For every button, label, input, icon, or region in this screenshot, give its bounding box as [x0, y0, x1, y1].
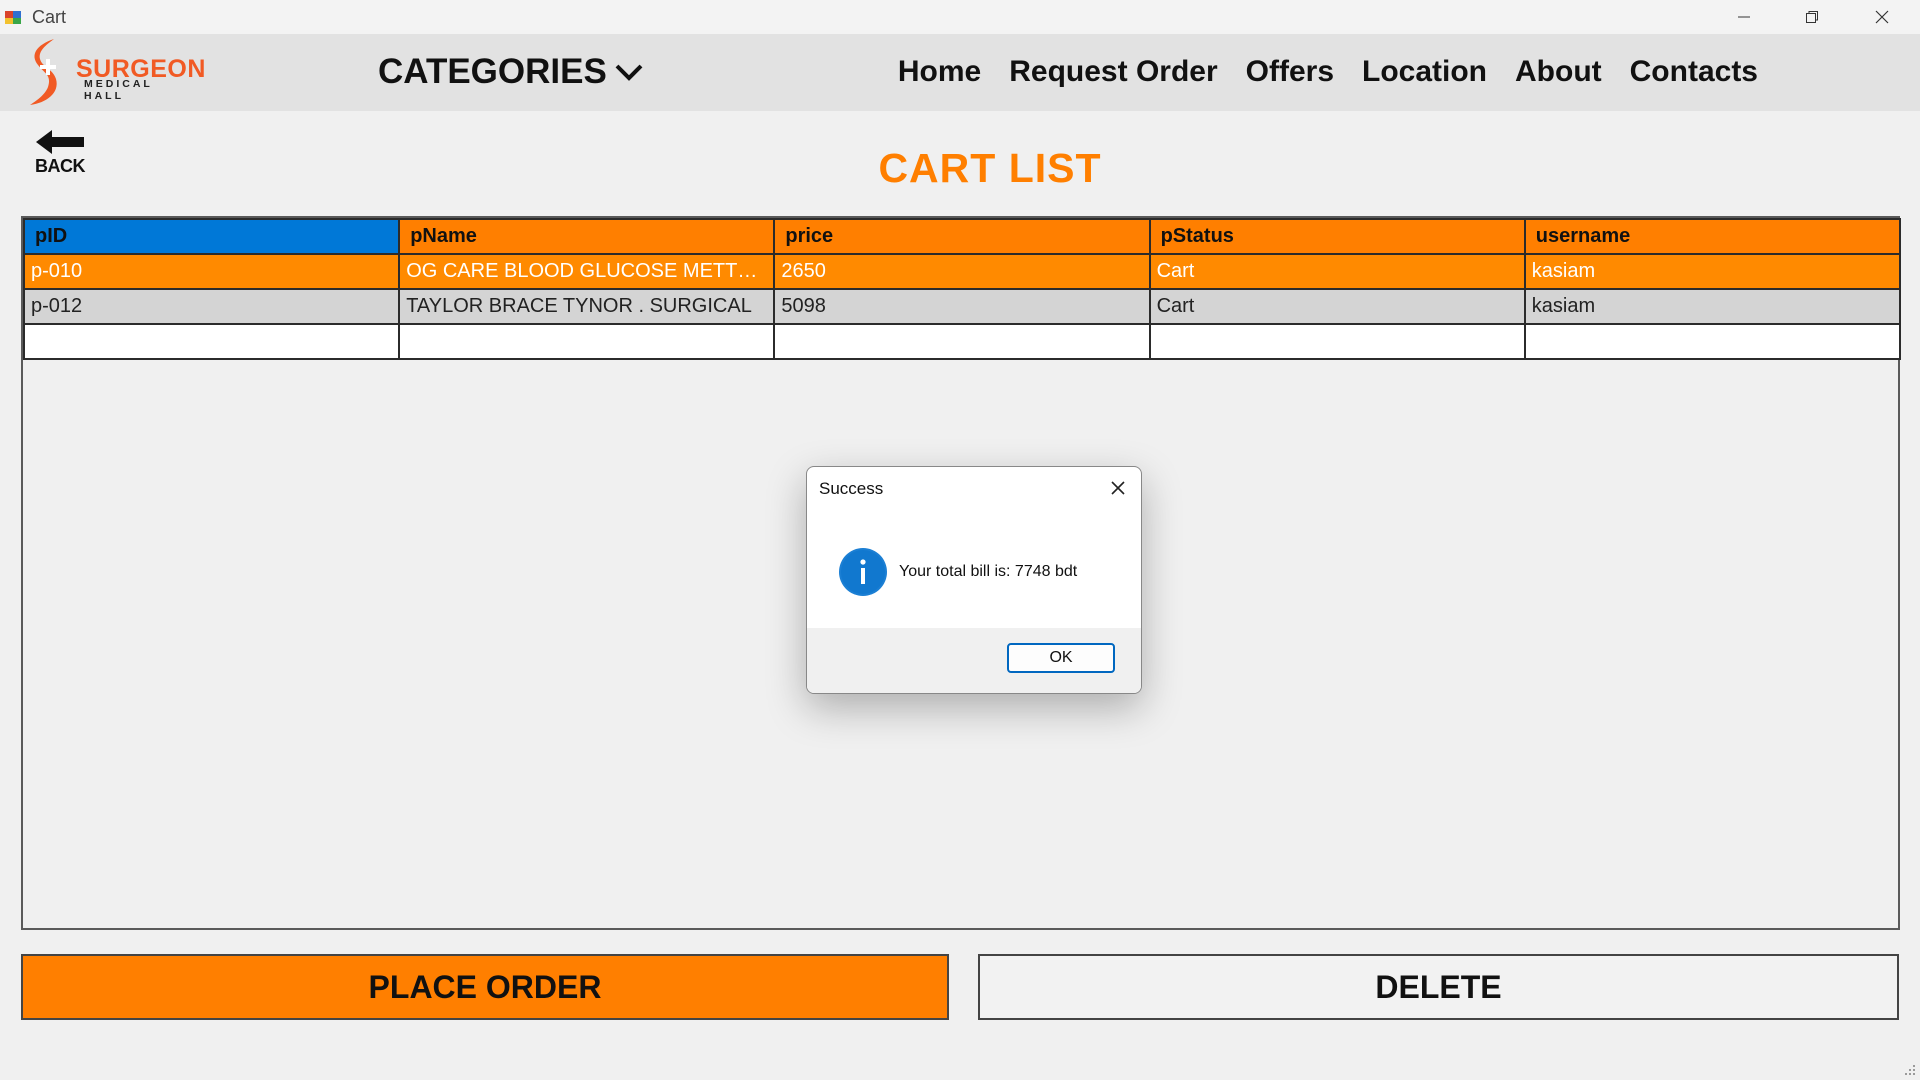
nav-about[interactable]: About [1515, 55, 1602, 89]
table-new-row[interactable] [22, 323, 1902, 360]
table-cell[interactable]: OG CARE BLOOD GLUCOSE METTER ... [398, 253, 776, 290]
resize-grip-icon[interactable] [1902, 1062, 1916, 1076]
table-row[interactable]: p-012 TAYLOR BRACE TYNOR . SURGICAL 5098… [22, 288, 1902, 325]
place-order-button[interactable]: PLACE ORDER [21, 954, 949, 1020]
table-cell[interactable]: p-012 [22, 288, 401, 325]
table-cell[interactable] [1148, 323, 1526, 360]
table-cell[interactable] [1523, 323, 1902, 360]
page-title: CART LIST [878, 145, 1102, 191]
table-cell[interactable]: kasiam [1523, 253, 1902, 290]
restore-button[interactable] [1782, 0, 1842, 34]
nav-location[interactable]: Location [1362, 55, 1487, 89]
restore-icon [1806, 11, 1818, 23]
column-header-pstatus[interactable]: pStatus [1148, 218, 1526, 255]
table-cell[interactable]: TAYLOR BRACE TYNOR . SURGICAL [398, 288, 776, 325]
brand-logo[interactable]: SURGEON MEDICAL HALL [26, 37, 205, 107]
categories-dropdown[interactable]: CATEGORIES [378, 52, 645, 92]
nav-offers[interactable]: Offers [1246, 55, 1334, 89]
info-icon [839, 548, 887, 596]
column-header-username[interactable]: username [1523, 218, 1902, 255]
table-cell[interactable]: Cart [1148, 288, 1526, 325]
table-cell[interactable]: 5098 [773, 288, 1151, 325]
close-icon [1111, 481, 1125, 495]
top-navbar: SURGEON MEDICAL HALL CATEGORIES Home Req… [0, 34, 1920, 111]
table-cell[interactable]: kasiam [1523, 288, 1902, 325]
ok-button[interactable]: OK [1007, 643, 1115, 673]
column-header-price[interactable]: price [773, 218, 1151, 255]
cart-table: pID pName price pStatus username p-010 O… [22, 218, 1902, 360]
minimize-icon [1738, 16, 1750, 18]
table-cell[interactable]: Cart [1148, 253, 1526, 290]
table-row[interactable]: p-010 OG CARE BLOOD GLUCOSE METTER ... 2… [22, 253, 1902, 290]
chevron-down-icon [615, 64, 643, 81]
column-header-pname[interactable]: pName [398, 218, 776, 255]
nav-contacts[interactable]: Contacts [1630, 55, 1758, 89]
nav-home[interactable]: Home [898, 55, 981, 89]
window-title-bar: Cart [0, 0, 1920, 34]
dialog-body: Your total bill is: 7748 bdt [807, 513, 1141, 628]
table-cell[interactable] [398, 323, 776, 360]
table-cell[interactable] [773, 323, 1151, 360]
app-icon [5, 11, 21, 24]
table-cell[interactable]: 2650 [773, 253, 1151, 290]
dialog-footer: OK [807, 628, 1141, 693]
table-cell[interactable] [22, 323, 401, 360]
close-icon [1875, 10, 1889, 24]
table-cell[interactable]: p-010 [22, 253, 401, 290]
nav-request-order[interactable]: Request Order [1009, 55, 1217, 89]
dialog-close-button[interactable] [1103, 473, 1133, 503]
window-title: Cart [32, 7, 67, 27]
column-header-pid[interactable]: pID [22, 218, 401, 255]
close-window-button[interactable] [1852, 0, 1912, 34]
success-dialog: Success Your total bill is: 7748 bdt OK [806, 466, 1142, 694]
categories-label: CATEGORIES [378, 52, 607, 91]
table-header-row: pID pName price pStatus username [22, 218, 1902, 255]
brand-subtitle: MEDICAL HALL [84, 78, 153, 102]
dialog-message: Your total bill is: 7748 bdt [899, 563, 1078, 580]
dialog-title: Success [819, 479, 884, 498]
nav-links: Home Request Order Offers Location About… [898, 55, 1758, 89]
delete-button[interactable]: DELETE [978, 954, 1899, 1020]
logo-mark-icon [30, 39, 57, 105]
minimize-button[interactable] [1714, 0, 1774, 34]
